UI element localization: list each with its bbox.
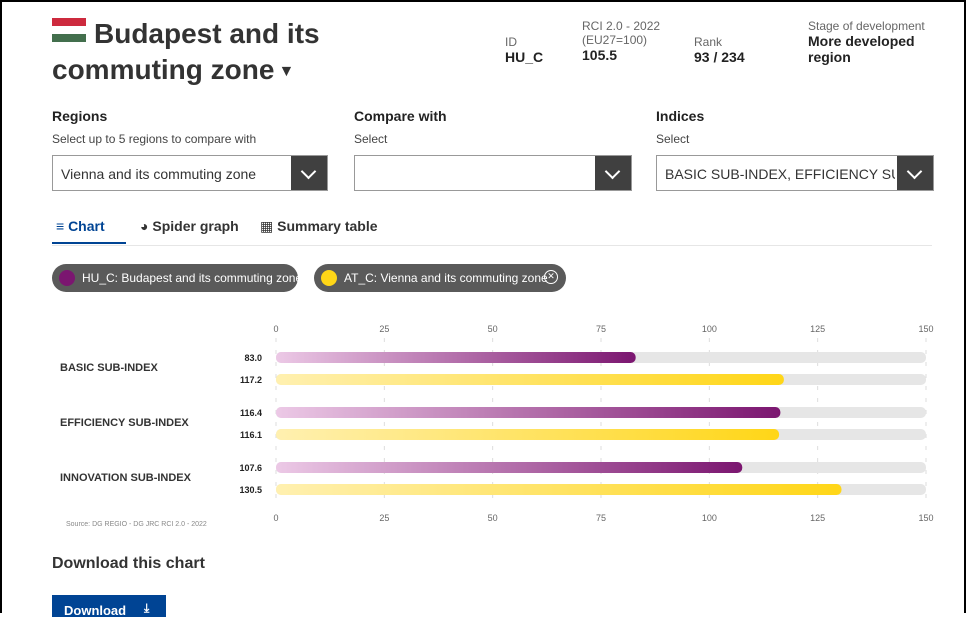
bar <box>276 484 842 495</box>
category-label: BASIC SUB-INDEX <box>60 362 158 374</box>
x-tick-label-bottom: 50 <box>488 513 498 523</box>
x-tick-label-bottom: 100 <box>702 513 717 523</box>
bar <box>276 374 784 385</box>
download-button[interactable]: Download ⤓ <box>52 595 166 618</box>
category-label: EFFICIENCY SUB-INDEX <box>60 417 189 429</box>
bar <box>276 429 780 440</box>
value-label: 117.2 <box>240 375 262 385</box>
x-tick-label-top: 100 <box>702 324 717 334</box>
value-label: 107.6 <box>239 463 262 473</box>
value-label: 83.0 <box>244 353 262 363</box>
bar <box>276 407 781 418</box>
bar <box>276 352 636 363</box>
download-icon: ⤓ <box>144 601 150 615</box>
x-tick-label-bottom: 125 <box>810 513 825 523</box>
value-label: 116.1 <box>240 430 262 440</box>
x-tick-label-top: 150 <box>918 324 933 334</box>
download-button-label: Download <box>64 603 127 618</box>
x-tick-label-bottom: 25 <box>379 513 389 523</box>
x-tick-label-top: 25 <box>379 324 389 334</box>
bar <box>276 462 743 473</box>
category-label: INNOVATION SUB-INDEX <box>60 472 192 484</box>
x-tick-label-bottom: 75 <box>596 513 606 523</box>
value-label: 116.4 <box>240 408 262 418</box>
x-tick-label-top: 125 <box>810 324 825 334</box>
x-tick-label-bottom: 0 <box>273 513 278 523</box>
x-tick-label-top: 75 <box>596 324 606 334</box>
chart-source: Source: DG REGIO - DG JRC RCI 2.0 - 2022 <box>66 521 207 528</box>
x-tick-label-bottom: 150 <box>918 513 933 523</box>
value-label: 130.5 <box>239 485 262 495</box>
x-tick-label-top: 0 <box>273 324 278 334</box>
x-tick-label-top: 50 <box>488 324 498 334</box>
bar-chart: 0 0 25 25 50 50 75 75 100 100 125 125 150 150 BASIC SU… <box>60 324 934 523</box>
download-title: Download this chart <box>52 555 205 572</box>
